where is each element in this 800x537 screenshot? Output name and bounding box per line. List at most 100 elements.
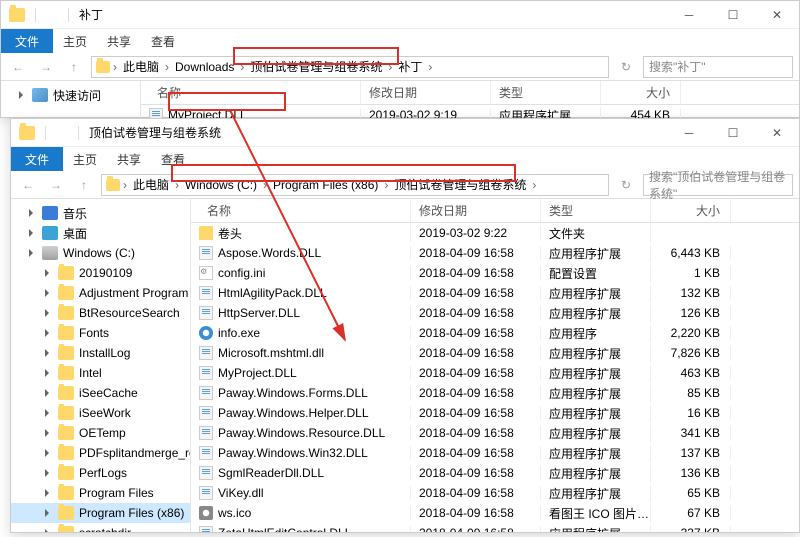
minimize-button[interactable]: ─ <box>667 119 711 147</box>
address-box[interactable]: ›此电脑›Windows (C:)›Program Files (x86)›顶伯… <box>101 174 609 196</box>
col-size[interactable]: 大小 <box>651 199 731 222</box>
chevron-right-icon[interactable]: › <box>262 178 268 192</box>
chevron-right-icon[interactable]: › <box>383 178 389 192</box>
sidebar-item[interactable]: InstallLog <box>11 343 190 363</box>
sidebar-item[interactable]: BtResourceSearch <box>11 303 190 323</box>
breadcrumb-item[interactable]: Windows (C:) <box>182 178 260 192</box>
expand-icon[interactable] <box>45 269 53 277</box>
expand-icon[interactable] <box>45 529 53 532</box>
menu-share[interactable]: 共享 <box>97 29 141 53</box>
chevron-right-icon[interactable]: › <box>174 178 180 192</box>
file-row[interactable]: Paway.Windows.Win32.DLL2018-04-09 16:58应… <box>191 443 799 463</box>
sidebar-item[interactable]: 音乐 <box>11 203 190 223</box>
up-button[interactable]: ↑ <box>63 56 85 78</box>
titlebar[interactable]: 补丁 ─ ☐ ✕ <box>1 1 799 29</box>
expand-icon[interactable] <box>45 329 53 337</box>
file-row[interactable]: MyProject.DLL2019-03-02 9:19应用程序扩展454 KB <box>141 105 799 119</box>
col-type[interactable]: 类型 <box>541 199 651 222</box>
refresh-button[interactable]: ↻ <box>615 56 637 78</box>
sidebar-item[interactable]: Fonts <box>11 323 190 343</box>
file-row[interactable]: HtmlAgilityPack.DLL2018-04-09 16:58应用程序扩… <box>191 283 799 303</box>
chevron-right-icon[interactable]: › <box>164 60 170 74</box>
forward-button[interactable]: → <box>35 56 57 78</box>
sidebar-item[interactable]: scratchdir <box>11 523 190 532</box>
file-row[interactable]: ZetaHtmlEditControl.DLL2018-04-09 16:58应… <box>191 523 799 532</box>
qat-icon[interactable] <box>56 127 68 139</box>
chevron-right-icon[interactable]: › <box>112 60 118 74</box>
expand-icon[interactable] <box>29 249 37 257</box>
file-row[interactable]: 卷头2019-03-02 9:22文件夹 <box>191 223 799 243</box>
sidebar-item[interactable]: Program Files (x86) <box>11 503 190 523</box>
minimize-button[interactable]: ─ <box>667 1 711 29</box>
sidebar-item[interactable]: 桌面 <box>11 223 190 243</box>
breadcrumb-item[interactable]: 补丁 <box>395 58 425 75</box>
breadcrumb-item[interactable]: 顶伯试卷管理与组卷系统 <box>247 58 385 75</box>
breadcrumb-item[interactable]: Program Files (x86) <box>270 178 381 192</box>
menu-share[interactable]: 共享 <box>107 147 151 171</box>
back-button[interactable]: ← <box>17 174 39 196</box>
col-size[interactable]: 大小 <box>601 81 681 104</box>
expand-icon[interactable] <box>45 429 53 437</box>
expand-icon[interactable] <box>45 469 53 477</box>
menu-file[interactable]: 文件 <box>1 29 53 53</box>
menu-view[interactable]: 查看 <box>141 29 185 53</box>
col-name[interactable]: 名称 <box>141 81 361 104</box>
file-row[interactable]: info.exe2018-04-09 16:58应用程序2,220 KB <box>191 323 799 343</box>
breadcrumb-item[interactable]: 此电脑 <box>130 176 172 193</box>
sidebar-item[interactable]: PerfLogs <box>11 463 190 483</box>
menu-view[interactable]: 查看 <box>151 147 195 171</box>
breadcrumb-item[interactable]: 顶伯试卷管理与组卷系统 <box>391 176 529 193</box>
col-name[interactable]: 名称 <box>191 199 411 222</box>
expand-icon[interactable] <box>45 369 53 377</box>
file-row[interactable]: SgmlReaderDll.DLL2018-04-09 16:58应用程序扩展1… <box>191 463 799 483</box>
col-date[interactable]: 修改日期 <box>361 81 491 104</box>
file-row[interactable]: HttpServer.DLL2018-04-09 16:58应用程序扩展126 … <box>191 303 799 323</box>
sidebar-item[interactable]: Intel <box>11 363 190 383</box>
qat-icon[interactable] <box>46 9 58 21</box>
maximize-button[interactable]: ☐ <box>711 119 755 147</box>
file-row[interactable]: ws.ico2018-04-09 16:58看图王 ICO 图片…67 KB <box>191 503 799 523</box>
file-row[interactable]: Microsoft.mshtml.dll2018-04-09 16:58应用程序… <box>191 343 799 363</box>
sidebar-item[interactable]: Program Files <box>11 483 190 503</box>
expand-icon[interactable] <box>45 289 53 297</box>
sidebar-item[interactable]: OETemp <box>11 423 190 443</box>
file-row[interactable]: Paway.Windows.Helper.DLL2018-04-09 16:58… <box>191 403 799 423</box>
expand-icon[interactable] <box>45 509 53 517</box>
chevron-right-icon[interactable]: › <box>531 178 537 192</box>
chevron-right-icon[interactable]: › <box>387 60 393 74</box>
chevron-right-icon[interactable]: › <box>427 60 433 74</box>
expand-icon[interactable] <box>45 489 53 497</box>
sidebar-item[interactable]: Windows (C:) <box>11 243 190 263</box>
file-row[interactable]: ViKey.dll2018-04-09 16:58应用程序扩展65 KB <box>191 483 799 503</box>
chevron-right-icon[interactable]: › <box>239 60 245 74</box>
chevron-right-icon[interactable]: › <box>122 178 128 192</box>
address-box[interactable]: ›此电脑›Downloads›顶伯试卷管理与组卷系统›补丁› <box>91 56 609 78</box>
breadcrumb-item[interactable]: 此电脑 <box>120 58 162 75</box>
close-button[interactable]: ✕ <box>755 1 799 29</box>
col-type[interactable]: 类型 <box>491 81 601 104</box>
file-row[interactable]: Paway.Windows.Forms.DLL2018-04-09 16:58应… <box>191 383 799 403</box>
file-row[interactable]: Paway.Windows.Resource.DLL2018-04-09 16:… <box>191 423 799 443</box>
expand-icon[interactable] <box>45 349 53 357</box>
sidebar-item[interactable]: 20190109 <box>11 263 190 283</box>
col-date[interactable]: 修改日期 <box>411 199 541 222</box>
sidebar-item[interactable]: Adjustment Program <box>11 283 190 303</box>
search-input[interactable]: 搜索"顶伯试卷管理与组卷系统" <box>643 174 793 196</box>
expand-icon[interactable] <box>19 91 27 99</box>
sidebar-item[interactable]: PDFsplitandmerge_re <box>11 443 190 463</box>
sidebar-quick-access[interactable]: 快速访问 <box>1 85 140 105</box>
sidebar-item[interactable]: iSeeWork <box>11 403 190 423</box>
close-button[interactable]: ✕ <box>755 119 799 147</box>
maximize-button[interactable]: ☐ <box>711 1 755 29</box>
expand-icon[interactable] <box>29 229 37 237</box>
back-button[interactable]: ← <box>7 56 29 78</box>
expand-icon[interactable] <box>29 209 37 217</box>
breadcrumb-item[interactable]: Downloads <box>172 60 237 74</box>
search-input[interactable]: 搜索"补丁" <box>643 56 793 78</box>
expand-icon[interactable] <box>45 409 53 417</box>
menu-home[interactable]: 主页 <box>63 147 107 171</box>
file-row[interactable]: config.ini2018-04-09 16:58配置设置1 KB <box>191 263 799 283</box>
up-button[interactable]: ↑ <box>73 174 95 196</box>
titlebar[interactable]: 顶伯试卷管理与组卷系统 ─ ☐ ✕ <box>11 119 799 147</box>
refresh-button[interactable]: ↻ <box>615 174 637 196</box>
